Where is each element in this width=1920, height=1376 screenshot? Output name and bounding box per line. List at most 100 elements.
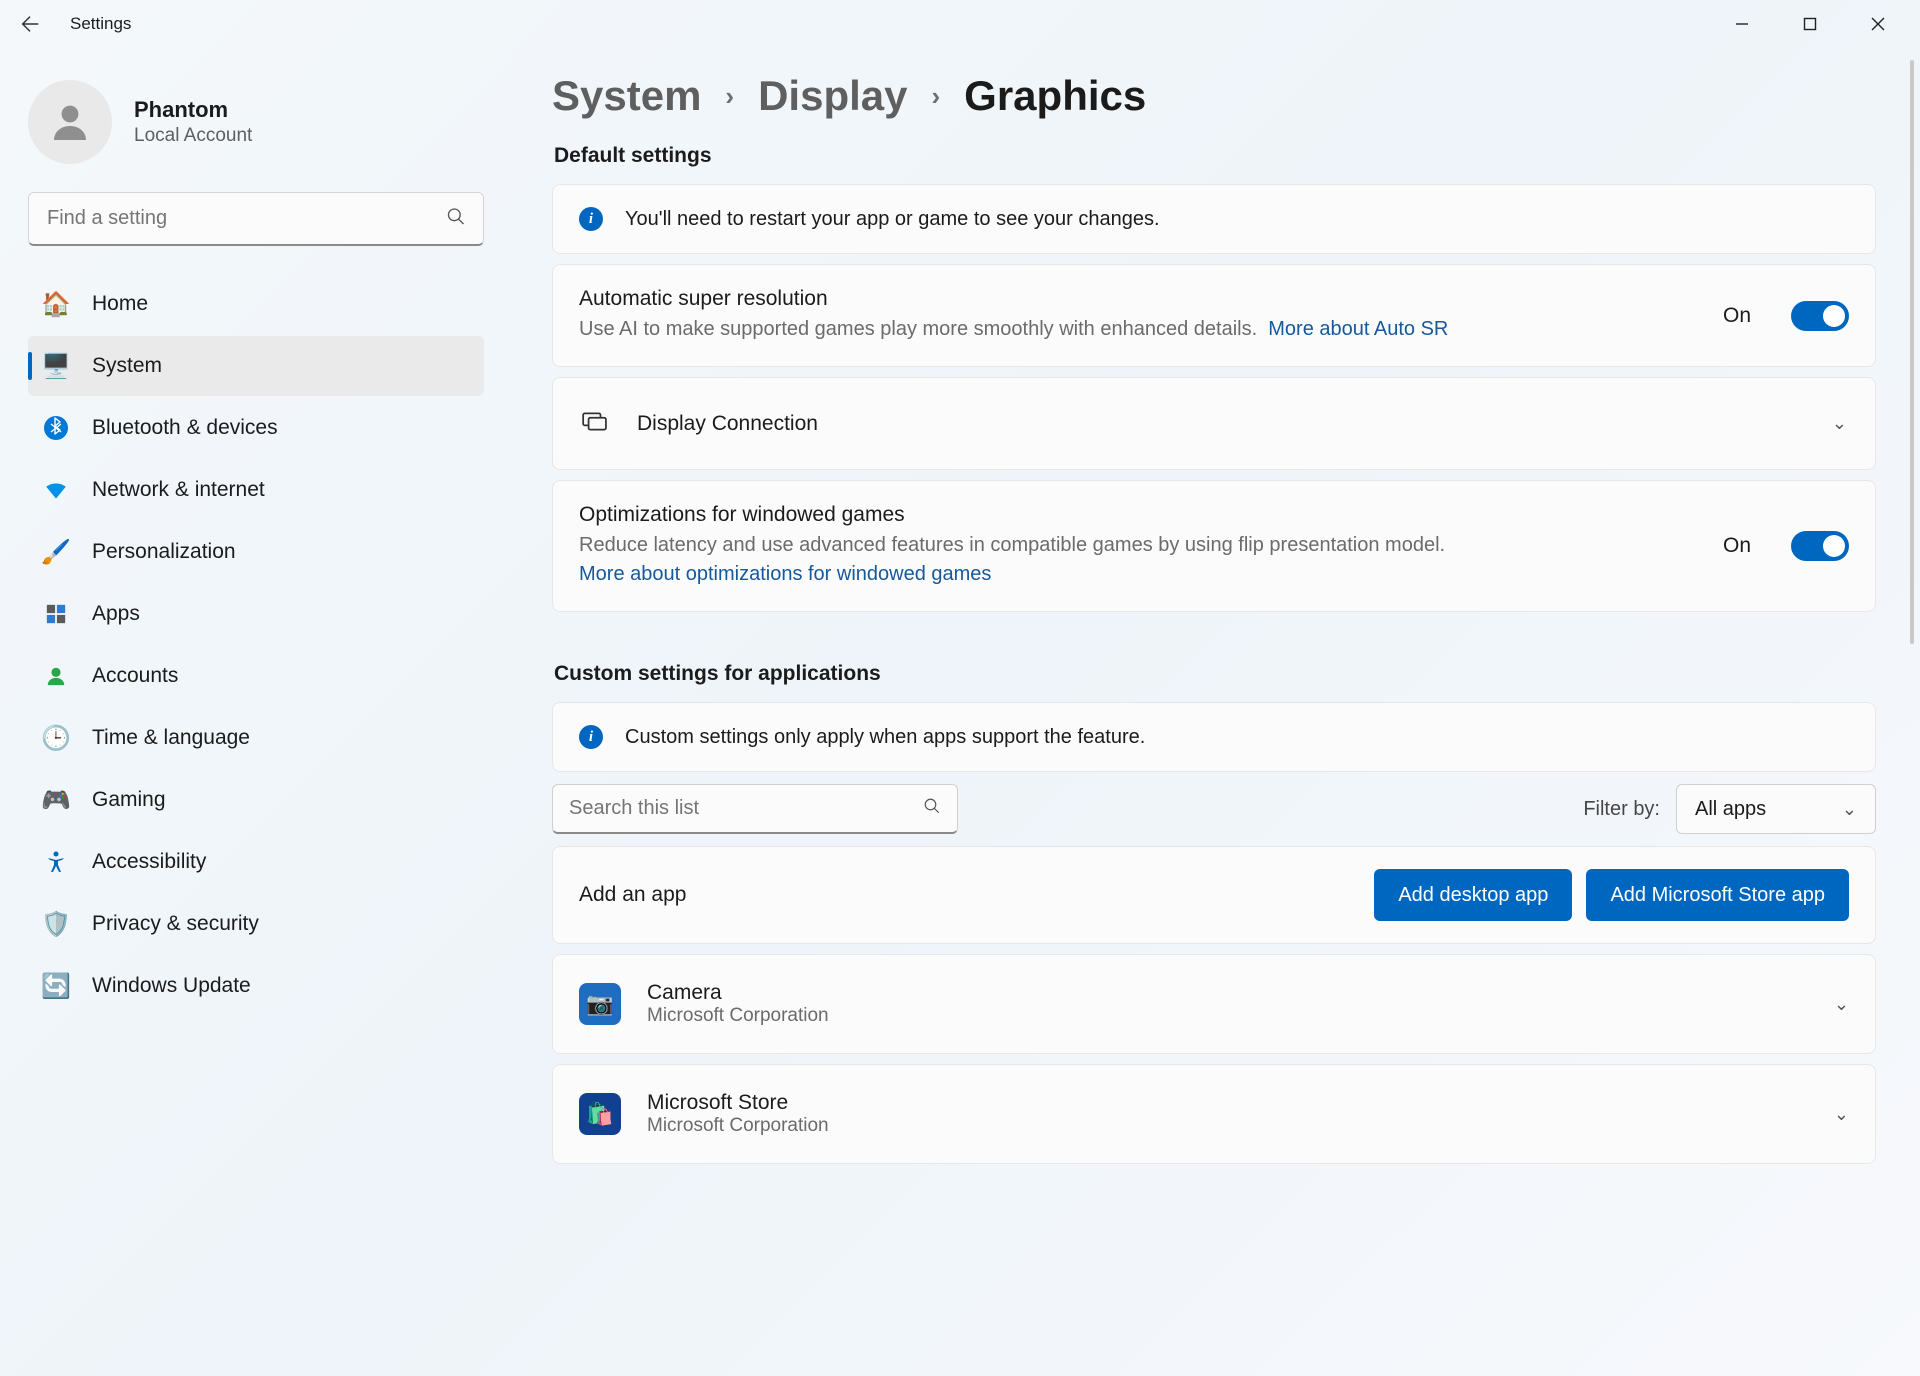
toggle-auto-sr[interactable] <box>1791 301 1849 331</box>
app-row-camera[interactable]: 📷 Camera Microsoft Corporation ⌄ <box>552 954 1876 1054</box>
sidebar-item-gaming[interactable]: 🎮 Gaming <box>28 770 484 830</box>
section-title-custom: Custom settings for applications <box>554 662 1876 686</box>
close-button[interactable] <box>1844 2 1912 46</box>
nav-label: Time & language <box>92 726 250 750</box>
filter-dropdown[interactable]: All apps ⌄ <box>1676 784 1876 834</box>
brush-icon: 🖌️ <box>42 538 70 566</box>
maximize-button[interactable] <box>1776 2 1844 46</box>
nav-label: Privacy & security <box>92 912 259 936</box>
info-icon: i <box>579 725 603 749</box>
app-list-search[interactable] <box>552 784 958 834</box>
person-icon <box>46 98 94 146</box>
chevron-down-icon: ⌄ <box>1834 994 1849 1015</box>
app-search-input[interactable] <box>569 797 923 820</box>
setting-subtitle: Reduce latency and use advanced features… <box>579 531 1697 589</box>
sidebar-item-accessibility[interactable]: Accessibility <box>28 832 484 892</box>
update-icon: 🔄 <box>42 972 70 1000</box>
chevron-down-icon: ⌄ <box>1842 799 1857 820</box>
setting-title: Optimizations for windowed games <box>579 503 1697 527</box>
nav-label: Accounts <box>92 664 178 688</box>
sidebar-item-personalization[interactable]: 🖌️ Personalization <box>28 522 484 582</box>
sidebar-item-network[interactable]: Network & internet <box>28 460 484 520</box>
nav-label: Personalization <box>92 540 236 564</box>
crumb-display[interactable]: Display <box>758 72 907 120</box>
toggle-state: On <box>1723 534 1751 558</box>
sidebar-item-privacy[interactable]: 🛡️ Privacy & security <box>28 894 484 954</box>
store-app-icon: 🛍️ <box>579 1093 621 1135</box>
info-banner-custom: i Custom settings only apply when apps s… <box>552 702 1876 772</box>
nav-label: Home <box>92 292 148 316</box>
filter-label: Filter by: <box>1583 798 1660 821</box>
info-text: Custom settings only apply when apps sup… <box>625 726 1145 749</box>
home-icon: 🏠 <box>42 290 70 318</box>
toggle-windowed-opt[interactable] <box>1791 531 1849 561</box>
sidebar-item-home[interactable]: 🏠 Home <box>28 274 484 334</box>
chevron-down-icon: ⌄ <box>1832 413 1847 434</box>
search-icon <box>923 797 941 820</box>
wifi-icon <box>42 476 70 504</box>
arrow-left-icon <box>19 13 41 35</box>
crumb-system[interactable]: System <box>552 72 701 120</box>
setting-subtitle: Use AI to make supported games play more… <box>579 315 1697 344</box>
profile-subtitle: Local Account <box>134 125 252 147</box>
filter-row: Filter by: All apps ⌄ <box>552 784 1876 834</box>
app-vendor: Microsoft Corporation <box>647 1115 1808 1137</box>
sidebar-item-time[interactable]: 🕒 Time & language <box>28 708 484 768</box>
window-title: Settings <box>70 14 131 34</box>
nav-label: Apps <box>92 602 140 626</box>
clock-icon: 🕒 <box>42 724 70 752</box>
nav-label: Accessibility <box>92 850 206 874</box>
dropdown-value: All apps <box>1695 798 1766 821</box>
setting-auto-sr: Automatic super resolution Use AI to mak… <box>552 264 1876 367</box>
camera-app-icon: 📷 <box>579 983 621 1025</box>
app-row-store[interactable]: 🛍️ Microsoft Store Microsoft Corporation… <box>552 1064 1876 1164</box>
titlebar: Settings <box>0 0 1920 48</box>
search-input[interactable] <box>28 192 484 246</box>
nav-list: 🏠 Home 🖥️ System Bluetooth & devices Net… <box>28 274 484 1016</box>
scrollbar[interactable] <box>1910 60 1914 644</box>
crumb-graphics: Graphics <box>964 72 1146 120</box>
avatar <box>28 80 112 164</box>
chevron-right-icon: › <box>725 81 734 112</box>
chevron-right-icon: › <box>932 81 941 112</box>
settings-search[interactable] <box>28 192 484 246</box>
link-auto-sr[interactable]: More about Auto SR <box>1268 318 1448 340</box>
app-name: Camera <box>647 981 1808 1005</box>
setting-display-connection[interactable]: Display Connection ⌄ <box>552 377 1876 470</box>
minimize-button[interactable] <box>1708 2 1776 46</box>
app-name: Microsoft Store <box>647 1091 1808 1115</box>
system-icon: 🖥️ <box>42 352 70 380</box>
sidebar-item-apps[interactable]: Apps <box>28 584 484 644</box>
profile-name: Phantom <box>134 97 252 123</box>
info-text: You'll need to restart your app or game … <box>625 208 1160 231</box>
accessibility-icon <box>42 848 70 876</box>
account-profile[interactable]: Phantom Local Account <box>28 80 484 164</box>
sidebar-item-system[interactable]: 🖥️ System <box>28 336 484 396</box>
add-store-app-button[interactable]: Add Microsoft Store app <box>1586 869 1849 921</box>
toggle-state: On <box>1723 304 1751 328</box>
section-title-default: Default settings <box>554 144 1876 168</box>
info-banner-restart: i You'll need to restart your app or gam… <box>552 184 1876 254</box>
sidebar-item-accounts[interactable]: Accounts <box>28 646 484 706</box>
gamepad-icon: 🎮 <box>42 786 70 814</box>
add-app-label: Add an app <box>579 883 1360 907</box>
add-desktop-app-button[interactable]: Add desktop app <box>1374 869 1572 921</box>
main-content: System › Display › Graphics Default sett… <box>512 48 1920 1376</box>
link-windowed-opt[interactable]: More about optimizations for windowed ga… <box>579 563 991 585</box>
setting-title: Display Connection <box>637 412 1804 436</box>
nav-label: Bluetooth & devices <box>92 416 278 440</box>
add-app-row: Add an app Add desktop app Add Microsoft… <box>552 846 1876 944</box>
info-icon: i <box>579 207 603 231</box>
accounts-icon <box>42 662 70 690</box>
nav-label: Network & internet <box>92 478 265 502</box>
back-button[interactable] <box>8 2 52 46</box>
nav-label: System <box>92 354 162 378</box>
nav-label: Windows Update <box>92 974 251 998</box>
minimize-icon <box>1735 17 1749 31</box>
setting-windowed-opt: Optimizations for windowed games Reduce … <box>552 480 1876 612</box>
sidebar-item-bluetooth[interactable]: Bluetooth & devices <box>28 398 484 458</box>
app-vendor: Microsoft Corporation <box>647 1005 1808 1027</box>
sidebar-item-update[interactable]: 🔄 Windows Update <box>28 956 484 1016</box>
setting-title: Automatic super resolution <box>579 287 1697 311</box>
chevron-down-icon: ⌄ <box>1834 1104 1849 1125</box>
